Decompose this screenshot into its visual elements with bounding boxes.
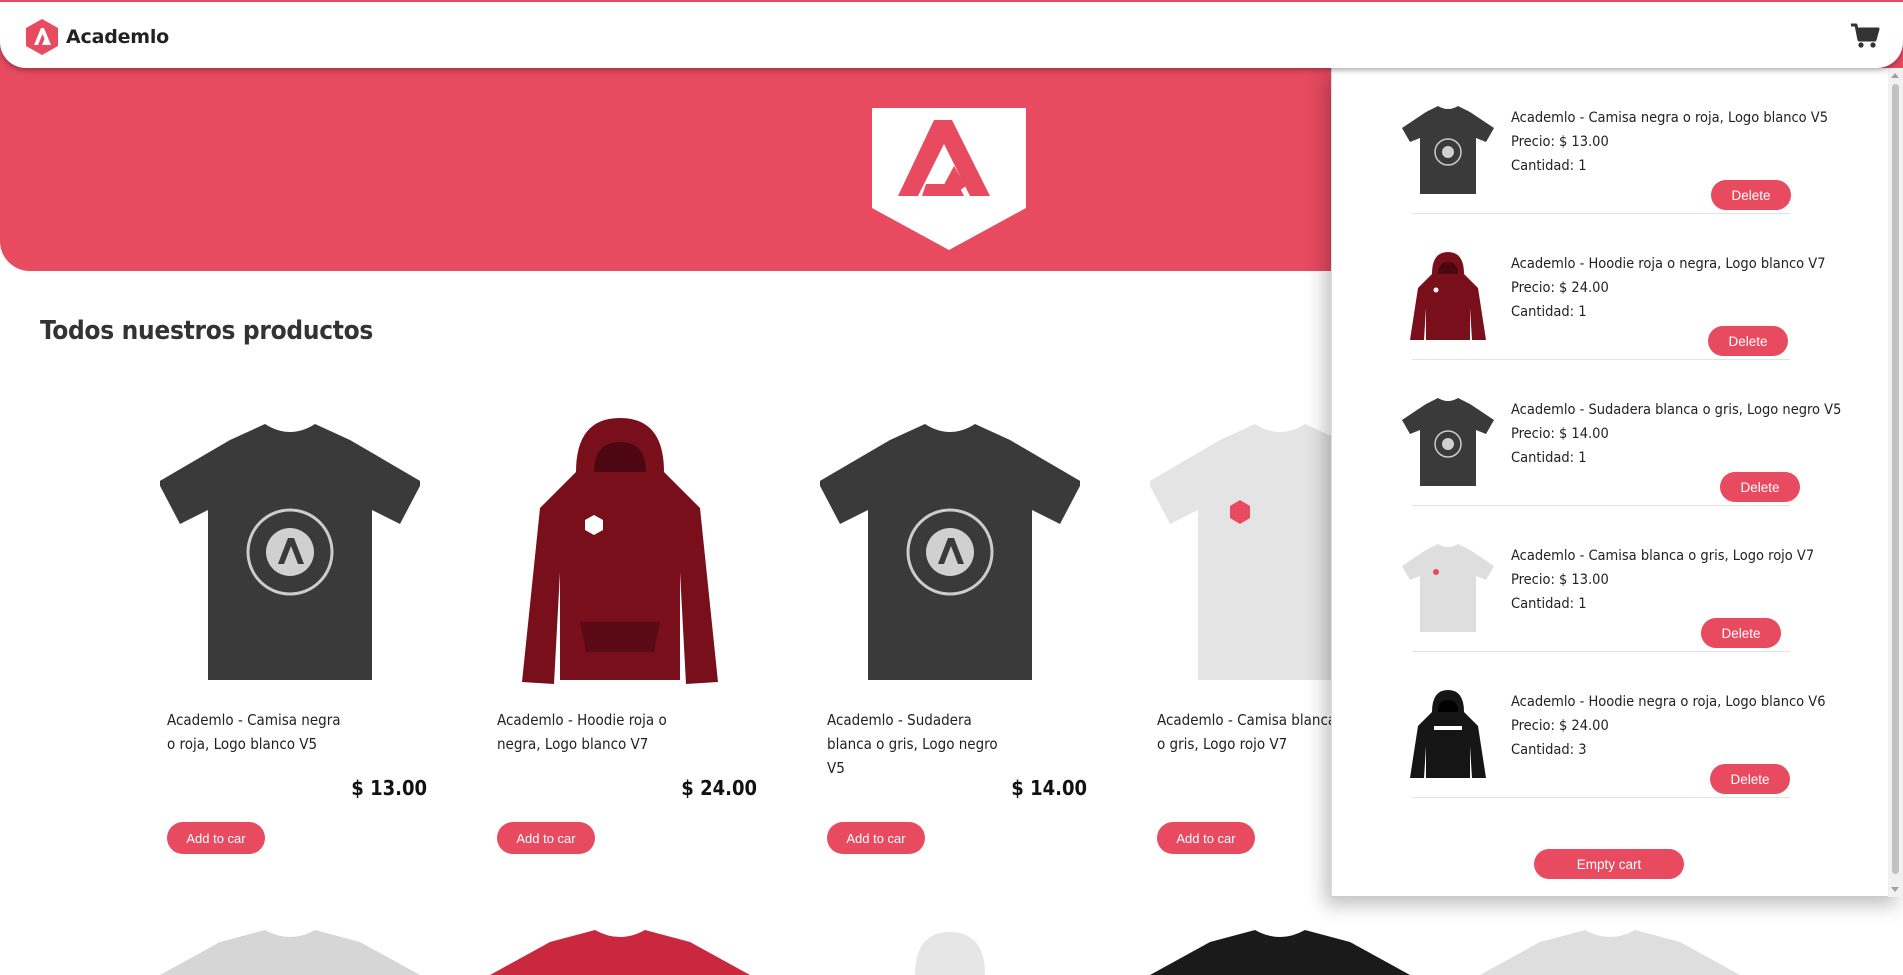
scroll-thumb[interactable] xyxy=(1892,84,1899,874)
cart-panel: Academlo - Camisa negra o roja, Logo bla… xyxy=(1331,68,1903,897)
product-image xyxy=(1480,930,1740,975)
cart-item-name: Academlo - Hoodie roja o negra, Logo bla… xyxy=(1511,256,1826,272)
product-name: Academlo - Hoodie roja o negra, Logo bla… xyxy=(497,711,667,753)
academlo-logo-icon xyxy=(26,19,58,55)
cart-item-name: Academlo - Camisa negra o roja, Logo bla… xyxy=(1511,110,1829,126)
delete-button[interactable]: Delete xyxy=(1710,764,1790,794)
cart-item-image xyxy=(1402,106,1494,194)
cart-icon[interactable] xyxy=(1850,22,1880,50)
cart-item-name: Academlo - Hoodie negra o roja, Logo bla… xyxy=(1511,694,1826,710)
cart-item-quantity: Cantidad: 1 xyxy=(1511,158,1587,174)
cart-item-image xyxy=(1410,690,1486,778)
navbar: Academlo xyxy=(0,0,1903,68)
cart-item-quantity: Cantidad: 3 xyxy=(1511,742,1587,758)
cart-item-image xyxy=(1402,544,1494,632)
delete-button[interactable]: Delete xyxy=(1720,472,1800,502)
product-image xyxy=(160,930,420,975)
product-price: $ 14.00 xyxy=(1011,776,1087,800)
cart-item: Academlo - Camisa negra o roja, Logo bla… xyxy=(1402,68,1828,214)
cart-item: Academlo - Hoodie negra o roja, Logo bla… xyxy=(1410,652,1826,798)
cart-item-price: Precio: $ 14.00 xyxy=(1511,426,1609,442)
cart-item: Academlo - Camisa blanca o gris, Logo ro… xyxy=(1402,506,1814,652)
cart-item-name: Academlo - Camisa blanca o gris, Logo ro… xyxy=(1511,548,1815,564)
cart-item: Academlo - Hoodie roja o negra, Logo bla… xyxy=(1410,214,1826,360)
cart-item-price: Precio: $ 13.00 xyxy=(1511,134,1609,150)
cart-item-image xyxy=(1402,398,1494,486)
delete-button[interactable]: Delete xyxy=(1711,180,1791,210)
brand[interactable]: Academlo xyxy=(24,18,169,56)
delete-button[interactable]: Delete xyxy=(1701,618,1781,648)
product-image xyxy=(490,930,750,975)
product-image xyxy=(820,424,1080,680)
cart-item-name: Academlo - Sudadera blanca o gris, Logo … xyxy=(1511,402,1842,418)
cart-item-price: Precio: $ 24.00 xyxy=(1511,280,1609,296)
page-title: Todos nuestros productos xyxy=(40,316,374,346)
product-image xyxy=(522,418,718,684)
product-name: Academlo - Sudadera blanca o gris, Logo … xyxy=(827,711,998,777)
delete-button[interactable]: Delete xyxy=(1708,326,1788,356)
cart-item-quantity: Cantidad: 1 xyxy=(1511,304,1587,320)
product-image xyxy=(160,424,420,680)
brand-name: Academlo xyxy=(66,26,170,48)
add-to-cart-button[interactable]: Add to car xyxy=(167,822,265,854)
add-to-cart-button[interactable]: Add to car xyxy=(497,822,595,854)
add-to-cart-button[interactable]: Add to car xyxy=(827,822,925,854)
add-to-cart-button[interactable]: Add to car xyxy=(1157,822,1255,854)
product-image xyxy=(1150,930,1410,975)
product-price: $ 24.00 xyxy=(681,776,757,800)
cart-item-price: Precio: $ 24.00 xyxy=(1511,718,1609,734)
cart-item-image xyxy=(1410,252,1486,340)
product-image xyxy=(915,932,985,975)
cart-item-quantity: Cantidad: 1 xyxy=(1511,450,1587,466)
cart-item-quantity: Cantidad: 1 xyxy=(1511,596,1587,612)
cart-item-price: Precio: $ 13.00 xyxy=(1511,572,1609,588)
hero-logo-icon xyxy=(872,108,1026,250)
cart-item: Academlo - Sudadera blanca o gris, Logo … xyxy=(1402,360,1841,506)
scroll-down-icon[interactable] xyxy=(1891,887,1899,892)
empty-cart-button[interactable]: Empty cart xyxy=(1534,849,1684,879)
product-price: $ 13.00 xyxy=(351,776,427,800)
product-name: Academlo - Camisa blanca o gris, Logo ro… xyxy=(1157,711,1337,753)
scroll-up-icon[interactable] xyxy=(1891,73,1899,78)
product-name: Academlo - Camisa negra o roja, Logo bla… xyxy=(167,711,341,753)
cart-scrollbar[interactable] xyxy=(1888,68,1903,897)
